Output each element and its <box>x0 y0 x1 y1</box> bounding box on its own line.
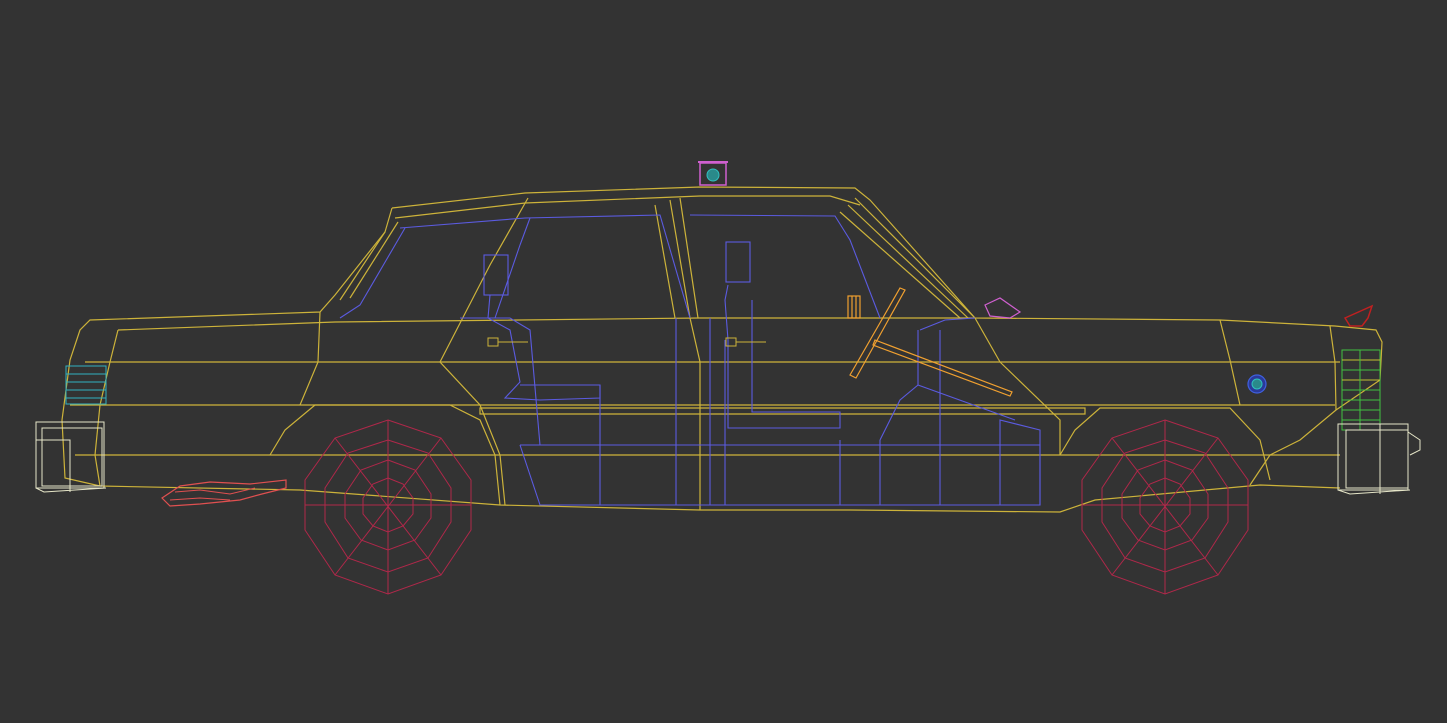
side-mirror[interactable] <box>984 297 1022 319</box>
rear-wheel[interactable] <box>304 419 472 595</box>
door-handle-front[interactable] <box>725 337 766 347</box>
3d-viewport[interactable] <box>0 0 1447 723</box>
front-wheel[interactable] <box>1081 419 1249 595</box>
headlight[interactable] <box>1341 349 1381 431</box>
car-interior[interactable] <box>339 214 1041 506</box>
car-body[interactable] <box>61 186 1383 513</box>
front-bumper[interactable] <box>1337 423 1421 495</box>
hood-ornament[interactable] <box>1343 304 1374 327</box>
tail-light[interactable] <box>65 365 107 405</box>
exhaust-pipe[interactable] <box>161 479 287 507</box>
wireframe-canvas[interactable] <box>0 0 1447 723</box>
fuel-cap[interactable] <box>1247 374 1267 394</box>
front-headrest <box>725 241 751 283</box>
roof-sign[interactable] <box>698 161 728 186</box>
door-handle-rear[interactable] <box>487 337 528 347</box>
